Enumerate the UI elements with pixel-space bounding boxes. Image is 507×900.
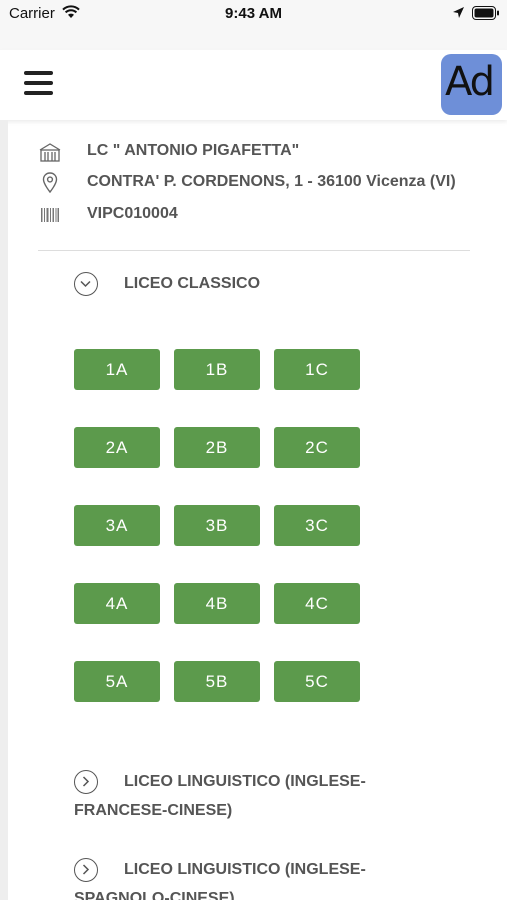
app-logo: Ad bbox=[441, 54, 502, 115]
class-button[interactable]: 1A bbox=[74, 349, 160, 390]
section-title-line2: SPAGNOLO-CINESE) bbox=[74, 890, 235, 900]
location-arrow-icon bbox=[453, 7, 464, 18]
hamburger-menu-icon[interactable] bbox=[24, 71, 54, 97]
class-button[interactable]: 5C bbox=[274, 661, 360, 702]
school-building-icon bbox=[38, 141, 62, 163]
class-button[interactable]: 1C bbox=[274, 349, 360, 390]
app-logo-text: Ad bbox=[445, 59, 495, 105]
class-button[interactable]: 2B bbox=[174, 427, 260, 468]
class-button[interactable]: 4C bbox=[274, 583, 360, 624]
divider bbox=[38, 250, 470, 251]
status-bar: Carrier 9:43 AM bbox=[0, 0, 507, 50]
side-strip bbox=[0, 120, 8, 900]
class-button[interactable]: 3B bbox=[174, 505, 260, 546]
school-address: CONTRA' P. CORDENONS, 1 - 36100 Vicenza … bbox=[87, 173, 456, 190]
chevron-down-icon bbox=[74, 272, 98, 296]
section-title-line1: LICEO LINGUISTICO (INGLESE- bbox=[124, 861, 366, 878]
class-button[interactable]: 2C bbox=[274, 427, 360, 468]
class-button[interactable]: 4A bbox=[74, 583, 160, 624]
class-button[interactable]: 2A bbox=[74, 427, 160, 468]
school-name-row: LC " ANTONIO PIGAFETTA" bbox=[38, 140, 299, 164]
app-header: Ad bbox=[0, 50, 507, 120]
chevron-right-icon bbox=[74, 770, 98, 794]
barcode-icon bbox=[38, 204, 62, 226]
class-button[interactable]: 1B bbox=[174, 349, 260, 390]
chevron-right-icon bbox=[74, 858, 98, 882]
section-title-line1: LICEO LINGUISTICO (INGLESE- bbox=[124, 773, 366, 790]
class-button[interactable]: 5B bbox=[174, 661, 260, 702]
school-code: VIPC010004 bbox=[87, 205, 178, 222]
school-code-row: VIPC010004 bbox=[38, 203, 178, 227]
clock: 9:43 AM bbox=[225, 5, 282, 22]
class-button[interactable]: 3C bbox=[274, 505, 360, 546]
class-button[interactable]: 4B bbox=[174, 583, 260, 624]
school-address-row: CONTRA' P. CORDENONS, 1 - 36100 Vicenza … bbox=[38, 171, 456, 195]
location-pin-icon bbox=[38, 172, 62, 194]
class-button[interactable]: 5A bbox=[74, 661, 160, 702]
school-name: LC " ANTONIO PIGAFETTA" bbox=[87, 142, 300, 159]
section-title-line2: FRANCESE-CINESE) bbox=[74, 802, 233, 819]
section-title: LICEO CLASSICO bbox=[124, 275, 261, 292]
class-button[interactable]: 3A bbox=[74, 505, 160, 546]
battery-icon bbox=[472, 6, 499, 20]
